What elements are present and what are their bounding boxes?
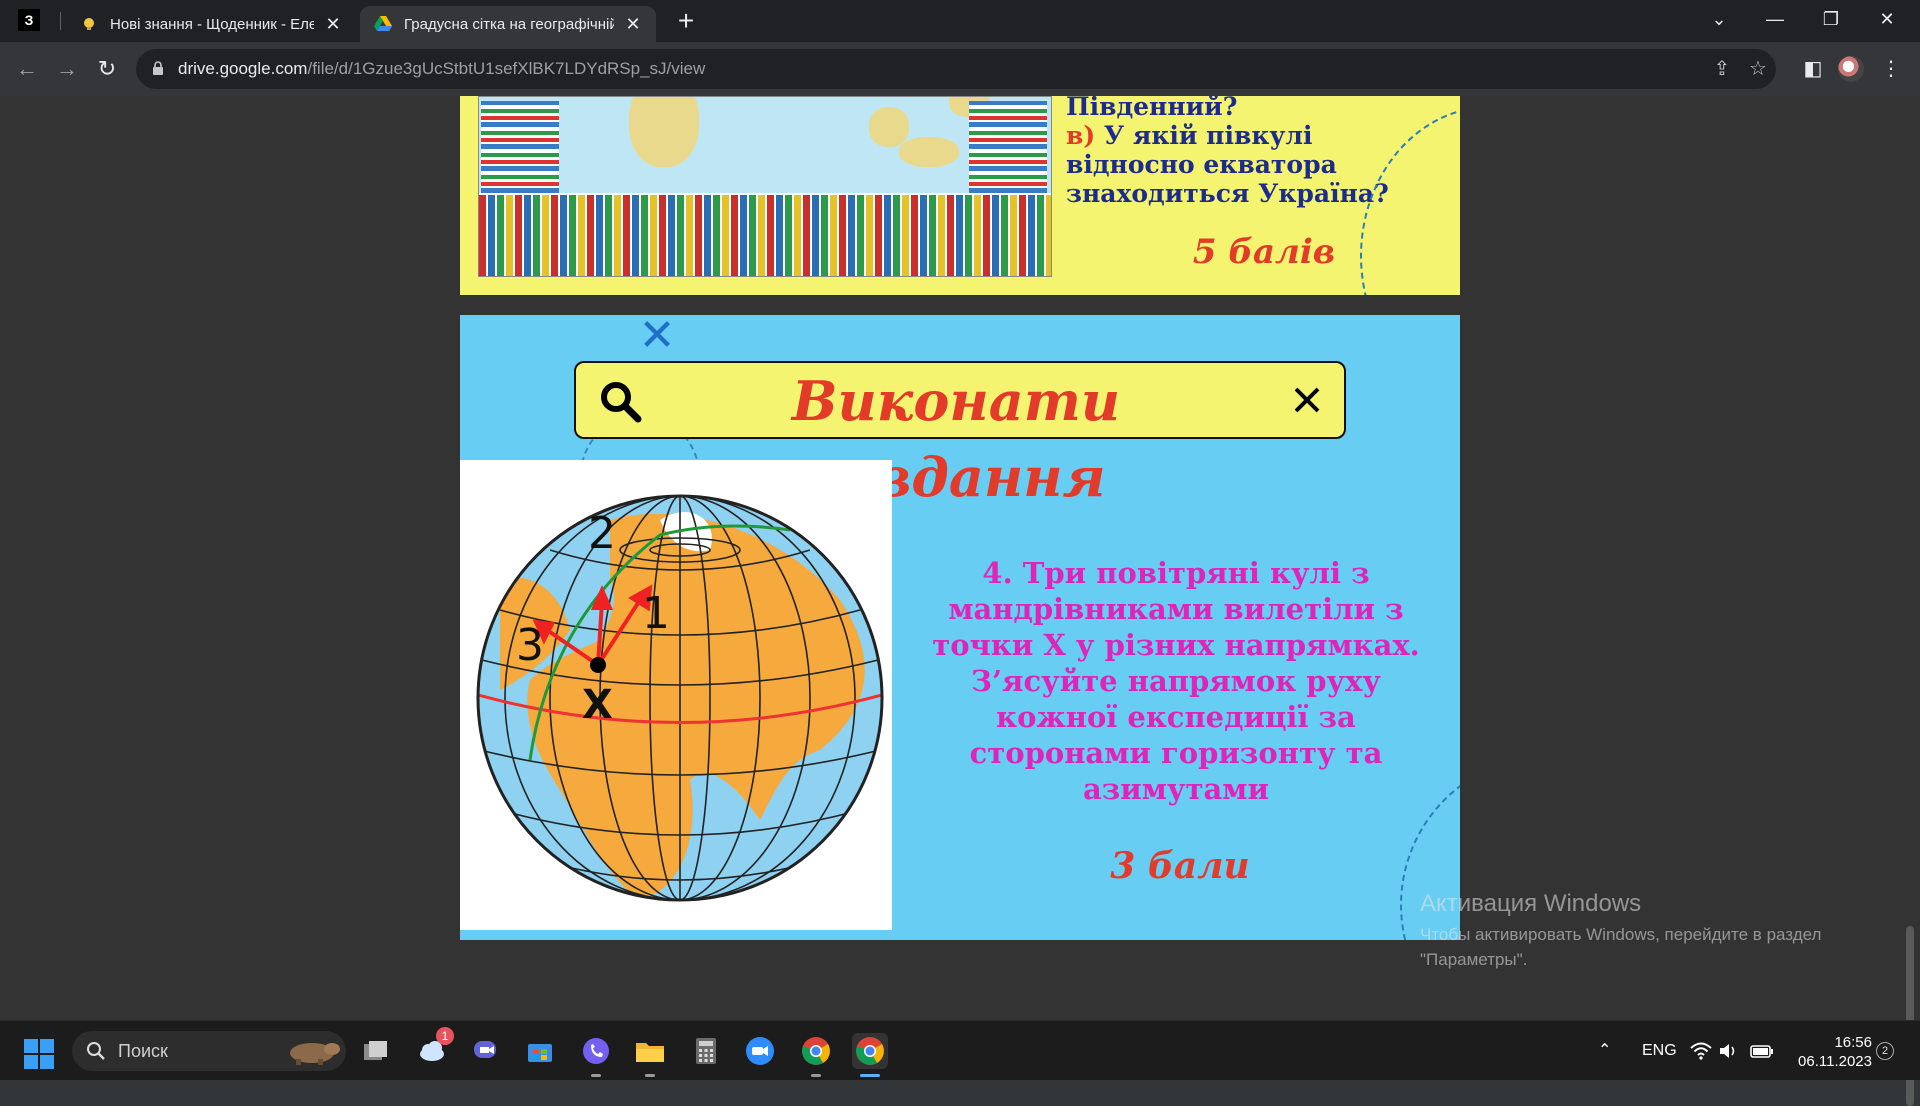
wifi-icon[interactable] (1690, 1021, 1712, 1081)
viber-icon[interactable] (578, 1033, 614, 1077)
option-label: в) (1066, 121, 1096, 150)
heading-search-box: Виконати завдання (574, 361, 1346, 509)
url-text: drive.google.com/file/d/1Gzue3gUcStbtU1s… (178, 59, 706, 78)
direction-label-3: 3 (516, 620, 544, 671)
bookmark-star-icon[interactable]: ☆ (1746, 57, 1770, 81)
task-description: 4. Три повітряні кулі з мандрівниками ви… (932, 556, 1420, 806)
tab-bar: З Нові знання - Щоденник - Електронний ✕… (0, 0, 1920, 42)
slide-heading: Виконати завдання (791, 369, 1121, 509)
back-icon[interactable]: ← (12, 54, 42, 84)
lightbulb-icon (80, 15, 98, 33)
file-explorer-icon[interactable] (632, 1033, 668, 1077)
system-clock[interactable]: 16:56 06.11.2023 (1786, 1033, 1872, 1071)
share-icon[interactable]: ⇪ (1710, 57, 1734, 81)
cross-decoration-icon: ✕ (638, 315, 676, 360)
reload-icon[interactable]: ↻ (92, 54, 122, 84)
taskbar-search[interactable]: Поиск (72, 1031, 346, 1071)
tab-search-icon[interactable]: ⌄ (1696, 4, 1742, 34)
close-tab-icon[interactable]: ✕ (324, 15, 342, 33)
lock-icon[interactable] (152, 61, 164, 75)
tab-title: Градусна сітка на географічній карті (404, 15, 614, 33)
microsoft-store-icon[interactable] (522, 1033, 558, 1069)
search-icon (601, 382, 642, 423)
forward-icon[interactable]: → (52, 54, 82, 84)
language-indicator[interactable]: ENG (1642, 1021, 1677, 1081)
restore-icon[interactable]: ❐ (1808, 4, 1854, 34)
direction-label-2: 2 (588, 508, 616, 559)
search-highlight-icon (290, 1043, 340, 1065)
close-tab-icon[interactable]: ✕ (624, 15, 642, 33)
tab-separator (60, 12, 61, 30)
pinned-tab[interactable]: З (18, 9, 40, 31)
world-political-map-image (478, 96, 1052, 277)
url-field[interactable]: drive.google.com/file/d/1Gzue3gUcStbtU1s… (136, 49, 1776, 89)
windows-activation-watermark: Активация Windows Чтобы активировать Win… (1420, 890, 1822, 969)
direction-label-1: 1 (642, 588, 670, 639)
point-x-label: Х (582, 682, 613, 728)
volume-icon[interactable] (1718, 1021, 1738, 1081)
calculator-icon[interactable] (688, 1033, 724, 1069)
taskbar: Поиск 1 ⌃ ENG 16:56 06.11.2023 2 (0, 1020, 1920, 1080)
battery-icon[interactable] (1750, 1021, 1774, 1081)
teams-chat-icon[interactable] (468, 1033, 504, 1069)
windows-start-icon[interactable] (24, 1039, 54, 1069)
tab-google-drive[interactable]: Градусна сітка на географічній карті ✕ (360, 6, 656, 42)
close-window-icon[interactable]: ✕ (1864, 4, 1910, 34)
search-placeholder: Поиск (118, 1041, 168, 1061)
slide-previous: Південний? в) У якій півкулі відносно ек… (460, 96, 1460, 295)
side-panel-icon[interactable]: ◧ (1800, 56, 1826, 82)
close-icon (1294, 387, 1320, 413)
weather-badge: 1 (436, 1027, 454, 1045)
slide-task-4: ✕ Виконати завдання 2 1 3 Х 4. Три повіт… (460, 315, 1460, 940)
menu-kebab-icon[interactable]: ⋮ (1878, 56, 1904, 82)
new-tab-button[interactable]: + (672, 7, 700, 36)
chrome-active-icon[interactable] (852, 1033, 888, 1077)
chrome-profile-icon[interactable] (798, 1033, 834, 1077)
globe-image: 2 1 3 Х (460, 460, 892, 930)
points-label: 3 бали (1110, 845, 1250, 887)
profile-avatar[interactable] (1838, 56, 1864, 82)
tray-overflow-icon[interactable]: ⌃ (1598, 1021, 1618, 1081)
address-bar: ← → ↻ drive.google.com/file/d/1Gzue3gUcS… (0, 42, 1920, 96)
points-label: 5 балів (1192, 232, 1336, 272)
google-drive-icon (374, 15, 392, 33)
document-viewer: Південний? в) У якій півкулі відносно ек… (0, 96, 1920, 1106)
tab-title: Нові знання - Щоденник - Електронний (110, 15, 314, 33)
weather-widget-icon[interactable]: 1 (414, 1027, 454, 1069)
minimize-icon[interactable]: — (1752, 4, 1798, 34)
zoom-icon[interactable] (742, 1033, 778, 1069)
tab-diary[interactable]: Нові знання - Щоденник - Електронний ✕ (66, 6, 356, 42)
task-view-icon[interactable] (358, 1033, 394, 1069)
notification-count[interactable]: 2 (1876, 1042, 1894, 1060)
search-icon (87, 1042, 105, 1060)
